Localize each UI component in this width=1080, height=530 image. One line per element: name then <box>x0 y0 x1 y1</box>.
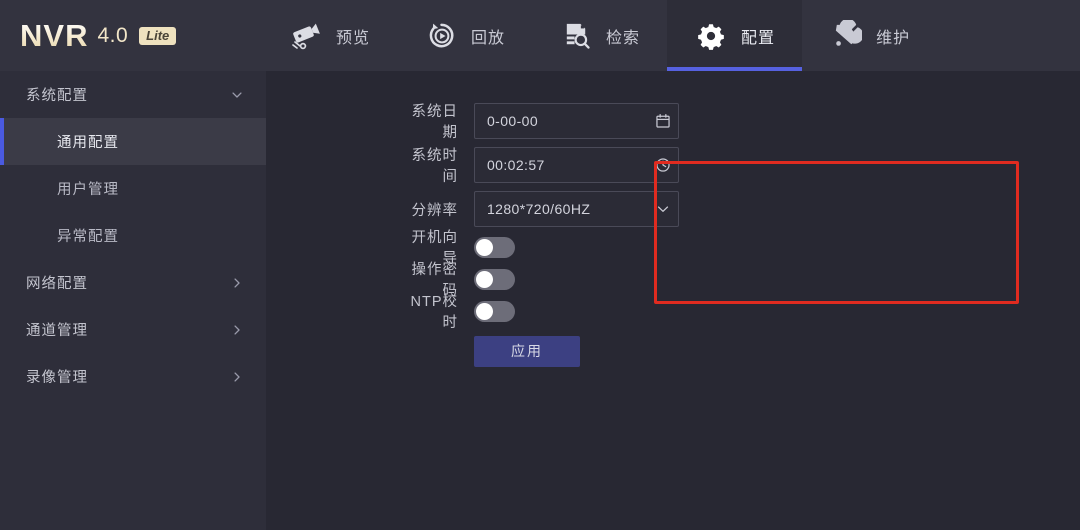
sidebar-item-exception-config[interactable]: 异常配置 <box>0 212 266 259</box>
tools-icon <box>829 19 863 53</box>
tab-configuration[interactable]: 配置 <box>667 0 803 71</box>
tab-label: 检索 <box>606 29 641 47</box>
system-time-label: 系统时间 <box>411 148 458 185</box>
camera-icon <box>289 19 323 53</box>
sidebar-item-label: 录像管理 <box>26 370 88 386</box>
nvr-app-window: NVR 4.0 Lite 预览 回放 检索 配置 维护 系统配置 通用配置 用户… <box>0 0 1080 530</box>
brand-name: NVR <box>20 18 89 53</box>
ntp-sync-label: NTP校时 <box>410 294 458 331</box>
system-date-value: 0-00-00 <box>487 113 539 129</box>
tab-maintenance[interactable]: 维护 <box>802 0 937 71</box>
sidebar-navigation: 系统配置 通用配置 用户管理 异常配置 网络配置 通道管理 录像管理 <box>0 71 266 530</box>
sidebar-item-record-management[interactable]: 录像管理 <box>0 353 266 400</box>
tab-label: 预览 <box>336 29 371 47</box>
system-date-label: 系统日期 <box>411 104 458 141</box>
sidebar-item-label: 系统配置 <box>26 88 88 104</box>
chevron-right-icon <box>230 370 244 384</box>
chevron-down-icon <box>230 88 244 102</box>
brand-version: 4.0 <box>97 24 129 47</box>
chevron-right-icon <box>230 276 244 290</box>
sidebar-item-general-config[interactable]: 通用配置 <box>0 118 266 165</box>
tab-search[interactable]: 检索 <box>532 0 667 71</box>
tab-label: 回放 <box>471 29 506 47</box>
clock-icon[interactable] <box>648 157 678 173</box>
sidebar-item-channel-management[interactable]: 通道管理 <box>0 306 266 353</box>
brand-logo: NVR 4.0 Lite <box>0 0 262 71</box>
toggle-knob <box>476 302 493 320</box>
resolution-label: 分辨率 <box>411 202 458 219</box>
sidebar-item-label: 通用配置 <box>57 135 119 151</box>
main-content-panel: 系统日期 0-00-00 系统时间 00:02:57 分辨率 1280*720/… <box>266 71 1080 530</box>
system-time-input[interactable]: 00:02:57 <box>474 147 679 183</box>
sidebar-item-label: 异常配置 <box>57 229 119 245</box>
brand-edition-badge: Lite <box>139 26 177 45</box>
resolution-row: 分辨率 1280*720/60HZ <box>398 187 679 231</box>
system-date-row: 系统日期 0-00-00 <box>398 99 679 143</box>
top-bar: NVR 4.0 Lite 预览 回放 检索 配置 维护 <box>0 0 1080 71</box>
main-navigation: 预览 回放 检索 配置 维护 <box>262 0 937 71</box>
playback-icon <box>424 19 458 53</box>
tab-label: 配置 <box>741 29 776 47</box>
sidebar-item-label: 通道管理 <box>26 323 88 339</box>
chevron-right-icon <box>230 323 244 337</box>
system-time-row: 系统时间 00:02:57 <box>398 143 679 187</box>
apply-row: 应用 <box>398 327 679 375</box>
apply-button[interactable]: 应用 <box>474 335 580 367</box>
sidebar-item-label: 用户管理 <box>57 182 119 198</box>
boot-wizard-toggle[interactable] <box>474 236 515 258</box>
sidebar-item-user-management[interactable]: 用户管理 <box>0 165 266 212</box>
gear-icon <box>694 19 728 53</box>
search-document-icon <box>559 19 593 53</box>
sidebar-item-system-config[interactable]: 系统配置 <box>0 71 266 118</box>
resolution-select[interactable]: 1280*720/60HZ <box>474 191 679 227</box>
system-date-input[interactable]: 0-00-00 <box>474 103 679 139</box>
chevron-down-icon[interactable] <box>648 201 678 217</box>
tab-label: 维护 <box>876 29 911 47</box>
highlight-annotation-box <box>654 161 1019 304</box>
tab-playback[interactable]: 回放 <box>397 0 532 71</box>
ntp-sync-row: NTP校时 <box>398 294 679 331</box>
calendar-icon[interactable] <box>648 113 678 129</box>
general-config-form: 系统日期 0-00-00 系统时间 00:02:57 分辨率 1280*720/… <box>398 99 679 375</box>
toggle-knob <box>476 270 493 288</box>
ntp-sync-toggle[interactable] <box>474 300 515 322</box>
sidebar-item-label: 网络配置 <box>26 276 88 292</box>
tab-preview[interactable]: 预览 <box>262 0 397 71</box>
system-time-value: 00:02:57 <box>487 157 545 173</box>
operation-password-toggle[interactable] <box>474 268 515 290</box>
sidebar-item-network-config[interactable]: 网络配置 <box>0 259 266 306</box>
resolution-value: 1280*720/60HZ <box>487 201 591 217</box>
toggle-knob <box>476 238 493 256</box>
